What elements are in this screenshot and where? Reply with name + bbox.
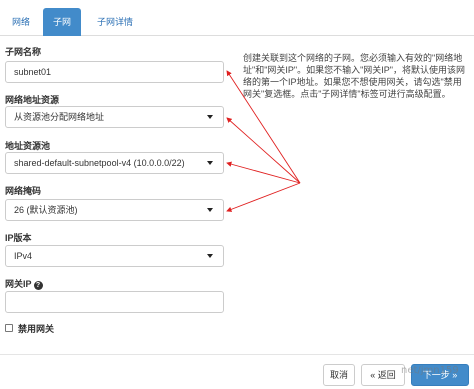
address-pool-select[interactable]: shared-default-subnetpool-v4 (10.0.0.0/2… (5, 152, 224, 174)
tab-bar: 网络 子网 子网详情 (0, 8, 474, 36)
ip-version-label: IP版本 (5, 233, 32, 243)
chevron-down-icon (207, 208, 213, 212)
chevron-down-icon (207, 254, 213, 258)
chevron-down-icon (207, 161, 213, 165)
address-source-select[interactable]: 从资源池分配网络地址 (5, 106, 224, 128)
arrow-to-network-mask (226, 182, 301, 212)
arrow-to-address-pool (226, 161, 301, 184)
disable-gateway-label: 禁用网关 (18, 324, 55, 334)
address-source-value: 从资源池分配网络地址 (14, 112, 105, 122)
address-source-label: 网络地址资源 (5, 95, 60, 105)
back-button[interactable]: « 返回 (361, 364, 405, 386)
subnet-name-label: 子网名称 (5, 47, 42, 57)
chevron-down-icon (207, 115, 213, 119)
gateway-ip-input[interactable] (5, 291, 224, 313)
ip-version-select[interactable]: IPv4 (5, 245, 224, 267)
network-mask-label: 网络掩码 (5, 186, 42, 196)
subnet-name-input[interactable]: subnet01 (5, 61, 224, 83)
tab-network[interactable]: 网络 (6, 8, 36, 36)
network-mask-select[interactable]: 26 (默认资源池) (5, 199, 224, 221)
ip-version-value: IPv4 (14, 251, 33, 261)
disable-gateway-checkbox[interactable] (5, 324, 13, 332)
arrow-to-address-source (226, 117, 301, 184)
help-icon[interactable]: ? (33, 281, 43, 290)
tab-subnet[interactable]: 子网 (43, 8, 81, 36)
help-text: 创建关联到这个网络的子网。您必须输入有效的"网络地址"和"网关IP"。如果您不输… (243, 53, 465, 99)
tab-subnet-details[interactable]: 子网详情 (89, 8, 141, 36)
address-pool-value: shared-default-subnetpool-v4 (10.0.0.0/2… (14, 158, 185, 168)
cancel-button[interactable]: 取消 (323, 364, 355, 386)
gateway-ip-label: 网关IP? (5, 277, 43, 290)
network-mask-value: 26 (默认资源池) (14, 205, 78, 215)
watermark: net/jmn159 (401, 365, 459, 376)
address-pool-label: 地址资源池 (5, 141, 51, 151)
gateway-ip-label-text: 网关IP (5, 279, 32, 289)
